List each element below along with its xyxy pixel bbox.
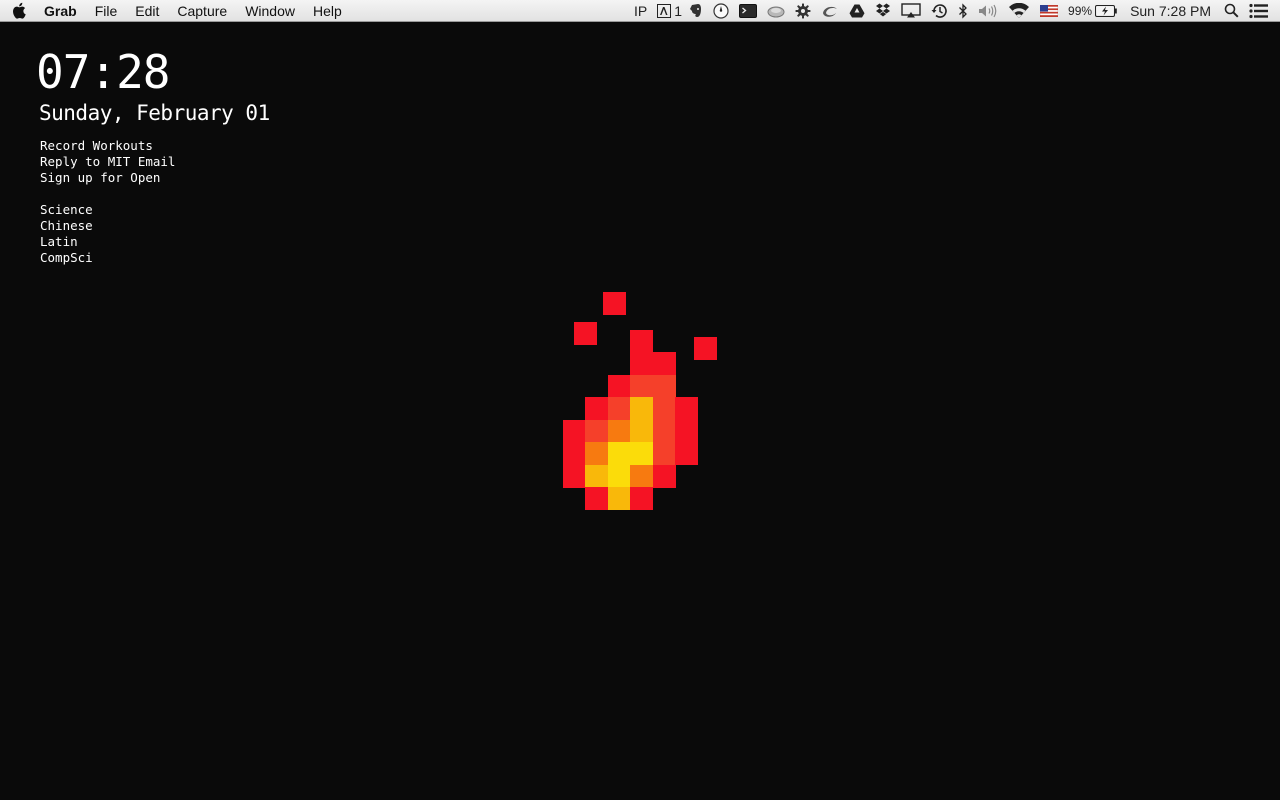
- google-drive-icon[interactable]: [844, 0, 870, 22]
- battery-status[interactable]: 99%: [1063, 0, 1122, 22]
- menu-edit[interactable]: Edit: [126, 0, 168, 22]
- fire-pixel: [630, 464, 653, 488]
- fire-pixel: [630, 419, 653, 443]
- menu-left: Grab File Edit Capture Window Help: [0, 0, 351, 22]
- fire-pixel: [652, 464, 676, 488]
- compass-icon[interactable]: [708, 0, 734, 22]
- fire-pixel: [607, 487, 631, 510]
- fire-spark: [574, 322, 597, 345]
- fire-pixel: [630, 352, 653, 375]
- fire-pixel: [607, 442, 631, 465]
- notification-center-icon[interactable]: [1244, 0, 1274, 22]
- status-area: IP 1 99% Sun 7:28 PM: [629, 0, 1280, 22]
- airplay-icon[interactable]: [896, 0, 926, 22]
- list-item: CompSci: [40, 250, 93, 265]
- terminal-icon[interactable]: [734, 0, 762, 22]
- us-flag-icon[interactable]: [1035, 0, 1063, 22]
- adobe-icon: [657, 3, 672, 18]
- fire-pixel: [652, 442, 676, 465]
- todo-list: Record Workouts Reply to MIT Email Sign …: [40, 138, 175, 186]
- desktop-clock: 07:28: [36, 45, 170, 99]
- fire-spark: [694, 337, 717, 360]
- menu-file[interactable]: File: [86, 0, 127, 22]
- dropbox-icon[interactable]: [870, 0, 896, 22]
- wifi-icon[interactable]: [1003, 0, 1035, 22]
- cloud-icon[interactable]: [762, 0, 790, 22]
- fire-pixel: [562, 442, 586, 465]
- adobe-status[interactable]: 1: [652, 0, 684, 22]
- menu-window[interactable]: Window: [236, 0, 304, 22]
- list-item: Chinese: [40, 218, 93, 233]
- fire-spark: [603, 292, 626, 315]
- fire-pixel: [675, 419, 698, 443]
- app-menu-grab[interactable]: Grab: [36, 0, 86, 22]
- bluetooth-icon[interactable]: [953, 0, 973, 22]
- menu-help[interactable]: Help: [304, 0, 351, 22]
- fire-pixel: [585, 397, 608, 420]
- menubar-clock[interactable]: Sun 7:28 PM: [1122, 0, 1219, 22]
- fire-pixel: [607, 419, 631, 443]
- volume-icon[interactable]: [973, 0, 1003, 22]
- adobe-count: 1: [674, 2, 683, 19]
- list-item: Latin: [40, 234, 78, 249]
- fire-pixel: [675, 397, 698, 420]
- fire-pixel: [607, 374, 631, 398]
- list-item: Reply to MIT Email: [40, 154, 176, 169]
- desktop-date: Sunday, February 01: [39, 101, 270, 125]
- fire-pixel: [585, 487, 608, 510]
- list-item: Science: [40, 202, 93, 217]
- menu-capture[interactable]: Capture: [168, 0, 236, 22]
- fire-pixel: [630, 397, 653, 420]
- evernote-icon[interactable]: [684, 0, 708, 22]
- fire-pixel: [607, 464, 631, 488]
- fire-pixel: [652, 374, 676, 398]
- subject-list: Science Chinese Latin CompSci: [40, 202, 93, 266]
- fire-pixel: [630, 374, 653, 398]
- fire-pixel: [630, 442, 653, 465]
- spotlight-icon[interactable]: [1219, 0, 1244, 22]
- fire-pixel: [630, 329, 653, 353]
- gear-icon[interactable]: [790, 0, 816, 22]
- fire-pixel: [585, 442, 608, 465]
- battery-percent: 99%: [1068, 3, 1093, 18]
- fire-pixel: [585, 464, 608, 488]
- fire-pixel: [562, 419, 586, 443]
- ip-status[interactable]: IP: [629, 0, 652, 22]
- fire-pixel: [585, 419, 608, 443]
- swirl-icon[interactable]: [816, 0, 844, 22]
- list-item: Record Workouts: [40, 138, 153, 153]
- fire-pixel: [562, 464, 586, 488]
- time-machine-icon[interactable]: [926, 0, 953, 22]
- fire-pixel: [675, 442, 698, 465]
- fire-pixel: [652, 352, 676, 375]
- menu-bar: Grab File Edit Capture Window Help IP 1: [0, 0, 1280, 22]
- fire-pixel: [652, 419, 676, 443]
- fire-pixel: [652, 397, 676, 420]
- fire-pixel: [607, 397, 631, 420]
- apple-icon[interactable]: [0, 0, 36, 22]
- fire-pixel: [630, 487, 653, 510]
- list-item: Sign up for Open: [40, 170, 161, 185]
- battery-icon: [1095, 4, 1117, 17]
